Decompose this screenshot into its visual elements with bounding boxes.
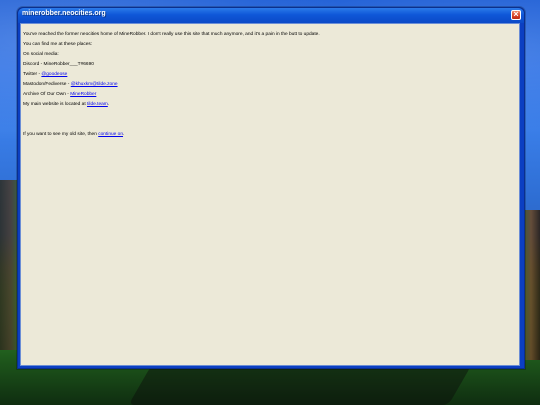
main-website-line: My main website is located at tilde.team… xyxy=(23,102,110,108)
mastodon-link[interactable]: @khuxkm@tilde.zone xyxy=(71,82,118,87)
discord-line: Discord - MineRobber___T#6690 xyxy=(23,62,94,67)
intro-line: You've reached the former neocities home… xyxy=(23,32,320,37)
main-website-prefix: My main website is located at xyxy=(23,102,87,107)
main-website-suffix: . xyxy=(107,102,110,107)
mastodon-prefix: Mastodon/Fediverse - xyxy=(23,82,71,87)
twitter-line: Twitter - @goodeose xyxy=(23,72,67,78)
twitter-link[interactable]: @goodeose xyxy=(41,72,67,77)
close-icon: × xyxy=(513,9,519,19)
grass-shadow xyxy=(128,365,472,405)
ao3-link[interactable]: MineRobber xyxy=(70,92,96,97)
old-site-suffix: . xyxy=(123,132,125,137)
old-site-line: If you want to see my old site, then con… xyxy=(23,132,125,138)
left-tree-silhouette xyxy=(0,180,18,350)
old-site-prefix: If you want to see my old site, then xyxy=(23,132,99,137)
ao3-line: Archive Of Our Own - MineRobber xyxy=(23,92,96,98)
old-site-link[interactable]: continue on xyxy=(98,132,123,137)
desktop-background: minerobber.neocities.org × You've reache… xyxy=(0,0,540,405)
titlebar[interactable]: minerobber.neocities.org × xyxy=(18,8,524,23)
close-button[interactable]: × xyxy=(511,9,521,20)
mastodon-line: Mastodon/Fediverse - @khuxkm@tilde.zone xyxy=(23,82,118,88)
social-media-line: On social media: xyxy=(23,52,59,57)
ao3-prefix: Archive Of Our Own - xyxy=(23,92,71,97)
browser-window: minerobber.neocities.org × You've reache… xyxy=(17,7,525,369)
window-title: minerobber.neocities.org xyxy=(22,10,106,17)
content-area: You've reached the former neocities home… xyxy=(20,23,520,366)
places-line: You can find me at these places: xyxy=(23,42,93,47)
main-website-link[interactable]: tilde.team xyxy=(87,102,108,107)
twitter-prefix: Twitter - xyxy=(23,72,42,77)
